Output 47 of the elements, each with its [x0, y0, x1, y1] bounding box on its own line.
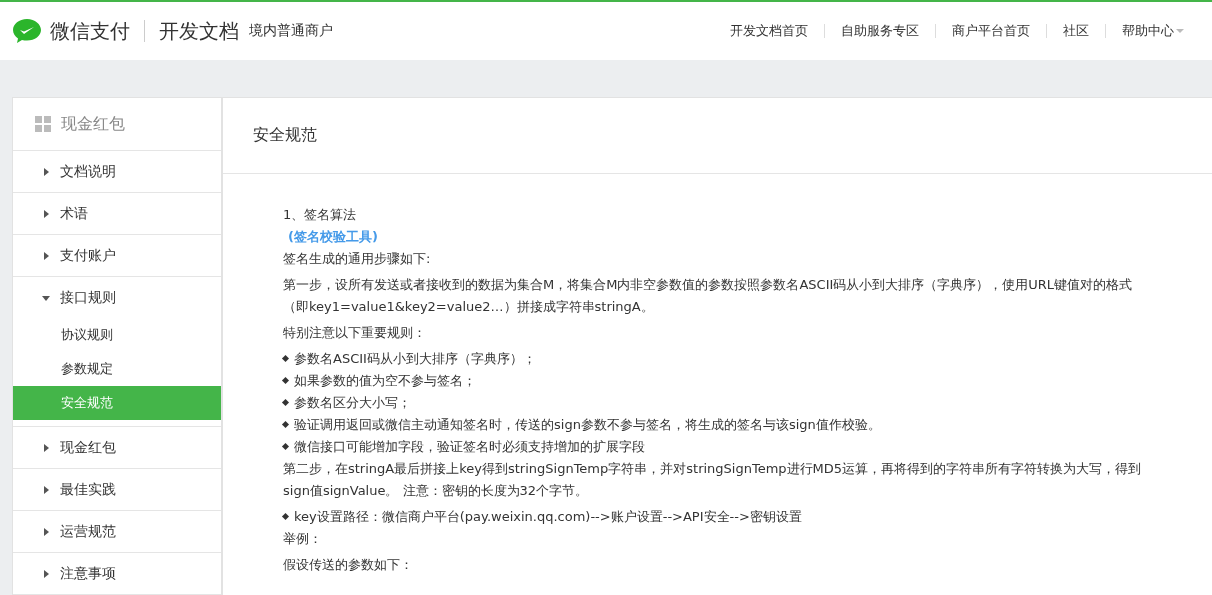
paragraph: 假设传送的参数如下：: [283, 556, 414, 574]
bullet-icon: [281, 442, 290, 451]
nav-link[interactable]: 自助服务专区: [825, 22, 935, 40]
caret-right-icon: [41, 442, 51, 453]
caret-right-icon: [41, 484, 51, 495]
nav-link[interactable]: 帮助中心: [1106, 22, 1200, 40]
caret-right-icon: [41, 250, 51, 261]
brand-name: 微信支付: [50, 17, 130, 45]
bullet-icon: [281, 376, 290, 385]
paragraph: 第一步，设所有发送或者接收到的数据为集合M，将集合M内非空参数值的参数按照参数名ASCII码从小到大排序（字典序），使用URL键值对的格式（即key1=value1&key2=value2…）拼接成字符串stringA。: [283, 276, 1134, 316]
caret-down-icon: [1176, 28, 1184, 34]
sidebar-item[interactable]: 最佳实践: [13, 469, 221, 511]
sidebar-item[interactable]: 现金红包: [13, 427, 221, 469]
nav-link[interactable]: 商户平台首页: [936, 22, 1046, 40]
sidebar-item[interactable]: 支付账户: [13, 235, 221, 277]
sidebar-item[interactable]: 运营规范: [13, 511, 221, 553]
caret-right-icon: [41, 568, 51, 579]
bullet-text: 如果参数的值为空不参与签名；: [294, 372, 476, 390]
bullet-text: 微信接口可能增加字段，验证签名时必须支持增加的扩展字段: [294, 438, 645, 456]
sidebar-item[interactable]: 接口规则: [13, 277, 221, 318]
bullet-text: key设置路径：微信商户平台(pay.weixin.qq.com)-->账户设置-->API安全-->密钥设置: [294, 508, 802, 526]
bullet-text: 参数名区分大小写；: [294, 394, 411, 412]
paragraph: 特别注意以下重要规则：: [283, 324, 427, 342]
bullet-icon: [281, 398, 290, 407]
paragraph: 举例：: [283, 530, 323, 548]
nav-link[interactable]: 社区: [1047, 22, 1105, 40]
sidebar-item[interactable]: 注意事项: [13, 553, 221, 595]
caret-right-icon: [41, 208, 51, 219]
product-name: 开发文档: [159, 17, 239, 45]
wechat-pay-logo-icon: [12, 18, 42, 44]
paragraph: 第二步，在stringA最后拼接上key得到stringSignTemp字符串，并对stringSignTemp进行MD5运算，再将得到的字符串所有字符转换为大写，得到sign值signValue。 注意：密钥的长度为32个字节。: [283, 460, 1143, 500]
bullet-icon: [281, 512, 290, 521]
grid-icon: [35, 116, 51, 132]
section-heading: 1、签名算法: [283, 206, 358, 224]
page-title: 安全规范: [253, 125, 317, 146]
caret-right-icon: [41, 166, 51, 177]
paragraph: 签名生成的通用步骤如下:: [283, 250, 432, 268]
bullet-icon: [281, 420, 290, 429]
sidebar-item[interactable]: 文档说明: [13, 151, 221, 193]
bullet-icon: [281, 354, 290, 363]
bullet-text: 参数名ASCII码从小到大排序（字典序）；: [294, 350, 536, 368]
bullet-text: 验证调用返回或微信主动通知签名时，传送的sign参数不参与签名，将生成的签名与该sign值作校验。: [294, 416, 881, 434]
caret-right-icon: [41, 526, 51, 537]
subtitle: 境内普通商户: [249, 22, 333, 40]
sidebar-title: 现金红包: [61, 113, 125, 135]
nav-link[interactable]: 开发文档首页: [714, 22, 824, 40]
sidebar-item[interactable]: 术语: [13, 193, 221, 235]
